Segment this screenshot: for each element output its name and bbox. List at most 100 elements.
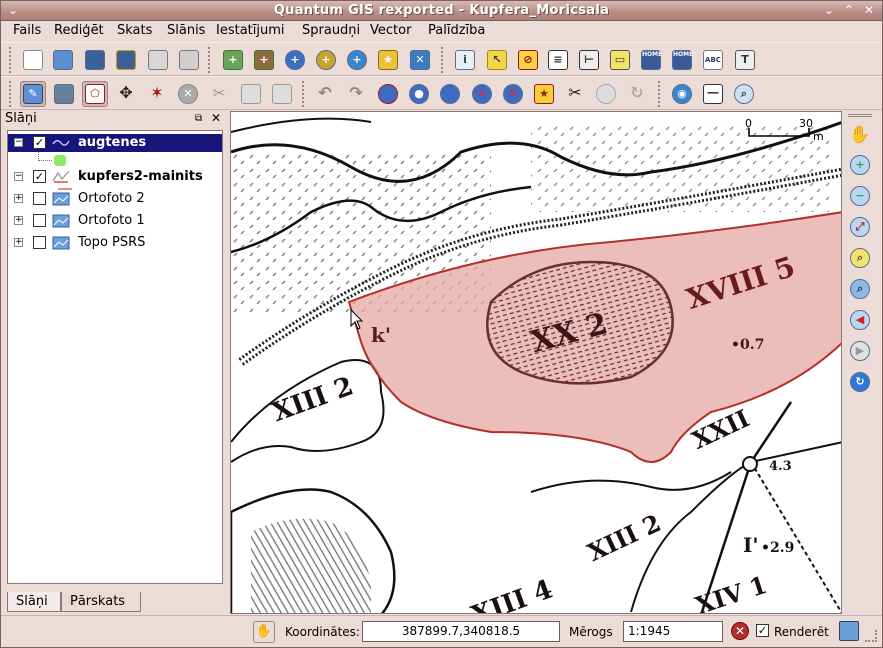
- new-project-icon[interactable]: [20, 47, 46, 73]
- toggle-edit-icon[interactable]: ✎: [20, 81, 46, 107]
- toolbar-grip[interactable]: [302, 81, 307, 107]
- layer-visibility-checkbox[interactable]: ✓: [33, 170, 46, 183]
- delete-ring-icon[interactable]: ✕: [469, 81, 495, 107]
- menu-layer[interactable]: Slānis: [167, 23, 205, 38]
- remove-layer-icon[interactable]: ✕: [407, 47, 433, 73]
- layer-visibility-checkbox[interactable]: ✓: [33, 136, 46, 149]
- zoom-in-icon[interactable]: +: [848, 153, 872, 177]
- toolbar-grip[interactable]: [9, 47, 14, 73]
- zoom-next-icon[interactable]: ▶: [848, 339, 872, 363]
- layer-row-kupfers2-mainits[interactable]: − ✓ kupfers2-mainits: [8, 168, 222, 186]
- toolbar-grip[interactable]: [441, 47, 446, 73]
- pan-icon[interactable]: ✋: [848, 123, 872, 147]
- expand-icon[interactable]: +: [14, 216, 23, 225]
- save-as-icon[interactable]: [113, 47, 139, 73]
- refresh-map-icon[interactable]: ↻: [848, 370, 872, 394]
- tab-overview[interactable]: Pārskats: [61, 592, 141, 612]
- text-icon[interactable]: T: [732, 47, 758, 73]
- menu-file[interactable]: Fails: [13, 23, 41, 38]
- render-checkbox[interactable]: ✓: [756, 624, 769, 637]
- delete-part-icon[interactable]: ✕: [500, 81, 526, 107]
- delete-icon[interactable]: ✕: [175, 81, 201, 107]
- capture-polygon-icon[interactable]: ⬠: [82, 81, 108, 107]
- layer-visibility-checkbox[interactable]: [33, 192, 46, 205]
- close-panel-icon[interactable]: ✕: [211, 111, 221, 125]
- close-icon[interactable]: ✕: [861, 3, 877, 18]
- new-vector-icon[interactable]: ★: [375, 47, 401, 73]
- save-edits-icon[interactable]: [51, 81, 77, 107]
- zoom-last-icon[interactable]: ◀: [848, 308, 872, 332]
- add-island-icon[interactable]: ●: [406, 81, 432, 107]
- coordinate-capture-icon[interactable]: ✋: [253, 621, 275, 643]
- zoom-full-icon[interactable]: ⤢: [848, 215, 872, 239]
- annotation-icon[interactable]: ▭: [607, 47, 633, 73]
- print-composer-icon[interactable]: [145, 47, 171, 73]
- add-vector-icon[interactable]: +: [251, 47, 277, 73]
- zoom-layer-icon[interactable]: ⌕: [848, 277, 872, 301]
- node-tool-icon[interactable]: ✶: [144, 81, 170, 107]
- layer-row-augtenes[interactable]: − ✓ augtenes: [8, 134, 222, 152]
- menu-view[interactable]: Skats: [117, 23, 152, 38]
- minimize-icon[interactable]: ⌄: [821, 3, 837, 18]
- print-icon[interactable]: [176, 47, 202, 73]
- copy-icon[interactable]: [238, 81, 264, 107]
- toolbar-grip[interactable]: [658, 81, 663, 107]
- move-feature-icon[interactable]: ✥: [113, 81, 139, 107]
- resize-grip-icon[interactable]: [865, 630, 877, 642]
- measure-icon[interactable]: ⊢: [576, 47, 602, 73]
- add-spatialite-icon[interactable]: +: [313, 47, 339, 73]
- tab-layers[interactable]: Slāņi: [7, 592, 61, 612]
- stop-render-icon[interactable]: ✕: [731, 622, 749, 640]
- zoom-selection-icon[interactable]: ⌕: [848, 246, 872, 270]
- menu-plugins[interactable]: Spraudņi: [302, 23, 360, 38]
- gps-icon[interactable]: ◉: [669, 81, 695, 107]
- undo-icon[interactable]: ↶: [312, 81, 338, 107]
- select-icon[interactable]: ↖: [484, 47, 510, 73]
- add-wms-icon[interactable]: +: [344, 47, 370, 73]
- expand-icon[interactable]: +: [14, 194, 23, 203]
- layer-visibility-checkbox[interactable]: [33, 214, 46, 227]
- home-add-icon[interactable]: HOME: [669, 47, 695, 73]
- paste-icon[interactable]: [269, 81, 295, 107]
- save-project-icon[interactable]: [82, 47, 108, 73]
- attribute-table-icon[interactable]: ≡: [545, 47, 571, 73]
- add-raster-icon[interactable]: +: [220, 47, 246, 73]
- menu-vector[interactable]: Vector: [370, 23, 411, 38]
- collapse-icon[interactable]: −: [14, 138, 23, 147]
- add-ring-icon[interactable]: [375, 81, 401, 107]
- deselect-icon[interactable]: ⊘: [515, 47, 541, 73]
- layer-tree[interactable]: − ✓ augtenes − ✓ kupfers2-mainits + Orto…: [7, 130, 223, 584]
- merge-icon[interactable]: [593, 81, 619, 107]
- menu-edit[interactable]: Rediģēt: [54, 23, 104, 38]
- float-panel-icon[interactable]: ⧉: [195, 113, 202, 124]
- layer-row-ortofoto-2[interactable]: + Ortofoto 2: [8, 190, 222, 208]
- maximize-icon[interactable]: ⌃: [841, 3, 857, 18]
- scale-field[interactable]: 1:1945: [623, 621, 723, 642]
- cut-icon[interactable]: ✂: [206, 81, 232, 107]
- identify-icon[interactable]: i: [452, 47, 478, 73]
- home-icon[interactable]: HOME: [638, 47, 664, 73]
- label-icon[interactable]: ABC: [700, 47, 726, 73]
- fill-ring-icon[interactable]: [437, 81, 463, 107]
- menu-help[interactable]: Palīdzība: [428, 23, 485, 38]
- scalebar-icon[interactable]: ━━: [700, 81, 726, 107]
- split-icon[interactable]: ✂: [562, 81, 588, 107]
- toolbar-grip[interactable]: [848, 114, 872, 117]
- toolbar-grip[interactable]: [208, 47, 213, 73]
- coords-field[interactable]: 387899.7,340818.5: [362, 621, 560, 642]
- layer-row-topo-psrs[interactable]: + Topo PSRS: [8, 234, 222, 252]
- projection-icon[interactable]: [839, 621, 859, 641]
- zoom-out-icon[interactable]: −: [848, 184, 872, 208]
- map-canvas[interactable]: 0 30 m XX 2 XVIII 5 XIII 2 XIII 2 XXII X…: [230, 111, 842, 614]
- magnifier-icon[interactable]: ⌕: [731, 81, 757, 107]
- layer-visibility-checkbox[interactable]: [33, 236, 46, 249]
- menu-settings[interactable]: Iestatījumi: [216, 23, 285, 38]
- expand-icon[interactable]: +: [14, 238, 23, 247]
- add-postgis-icon[interactable]: +: [282, 47, 308, 73]
- rotate-icon[interactable]: ↻: [624, 81, 650, 107]
- open-project-icon[interactable]: [50, 47, 76, 73]
- reshape-icon[interactable]: ★: [531, 81, 557, 107]
- collapse-icon[interactable]: −: [14, 172, 23, 181]
- layer-row-ortofoto-1[interactable]: + Ortofoto 1: [8, 212, 222, 230]
- toolbar-grip[interactable]: [9, 81, 14, 107]
